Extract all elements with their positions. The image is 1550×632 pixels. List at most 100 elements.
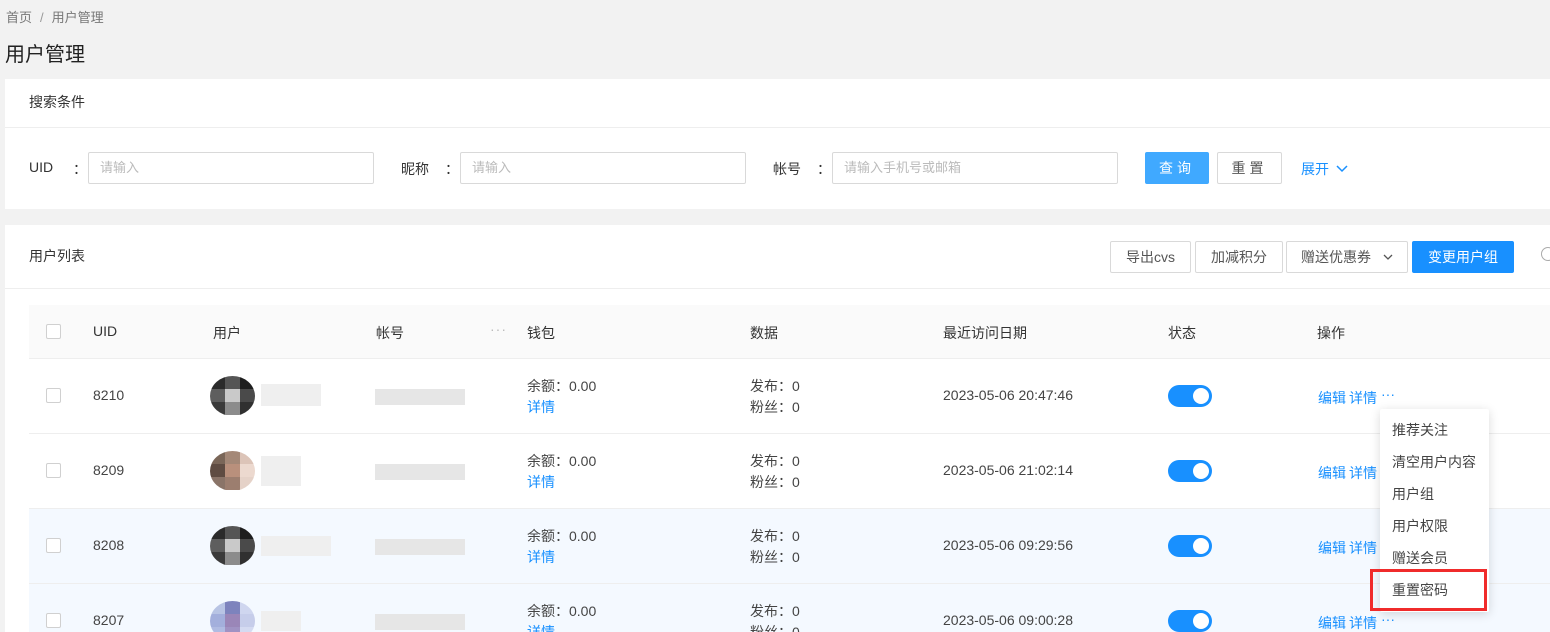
more-actions-icon[interactable]: ··· — [1381, 611, 1395, 627]
account-colon: ： — [817, 161, 831, 177]
table-row[interactable]: 8209 余额：0.00 详情 发布：0 粉丝：0 2023-05-06 21:… — [29, 434, 1550, 509]
posts-count: 发布：0 — [750, 528, 800, 544]
change-user-group-button[interactable]: 变更用户组 — [1412, 241, 1514, 273]
breadcrumb-current: 用户管理 — [51, 10, 104, 25]
account-input[interactable]: 请输入手机号或邮箱 — [832, 152, 1118, 184]
nickname-label: 昵称 — [401, 161, 429, 177]
gift-coupon-label: 赠送优惠券 — [1301, 249, 1371, 265]
detail-link[interactable]: 详情 — [1349, 463, 1377, 483]
last-visit-date: 2023-05-06 20:47:46 — [943, 387, 1073, 403]
detail-link[interactable]: 详情 — [1349, 538, 1377, 558]
query-button[interactable]: 查询 — [1145, 152, 1209, 184]
posts-count: 发布：0 — [750, 453, 800, 469]
table-row[interactable]: 8210 余额：0.00 详情 发布：0 粉丝：0 2023-05-06 20:… — [29, 359, 1550, 434]
wallet-detail-link[interactable]: 详情 — [527, 472, 555, 492]
uid-colon: ： — [73, 161, 87, 177]
chevron-down-icon — [1383, 254, 1393, 260]
posts-count: 发布：0 — [750, 603, 800, 619]
table-row[interactable]: 8208 余额：0.00 详情 发布：0 粉丝：0 2023-05-06 09:… — [29, 509, 1550, 584]
expand-label: 展开 — [1301, 161, 1329, 177]
row-checkbox[interactable] — [46, 613, 61, 628]
wallet-balance: 余额：0.00 — [527, 378, 597, 394]
status-toggle[interactable] — [1168, 385, 1212, 407]
edit-link[interactable]: 编辑 — [1318, 538, 1346, 558]
export-cvs-button[interactable]: 导出cvs — [1110, 241, 1191, 273]
search-panel-title: 搜索条件 — [5, 79, 1550, 128]
row-uid: 8210 — [93, 387, 125, 403]
detail-link[interactable]: 详情 — [1349, 613, 1377, 632]
more-actions-icon[interactable]: ··· — [1381, 386, 1395, 402]
menu-item-user-group[interactable]: 用户组 — [1392, 484, 1434, 504]
breadcrumb: 首页 / 用户管理 — [6, 7, 104, 26]
column-header-data: 数据 — [750, 325, 778, 341]
avatar — [210, 601, 255, 632]
fans-count: 粉丝：0 — [750, 624, 800, 632]
account-blurred — [375, 539, 465, 555]
divider — [5, 288, 1550, 289]
posts-count: 发布：0 — [750, 378, 800, 394]
row-checkbox[interactable] — [46, 538, 61, 553]
uid-input[interactable]: 请输入 — [88, 152, 374, 184]
edit-link[interactable]: 编辑 — [1318, 463, 1346, 483]
avatar — [210, 526, 255, 566]
fans-count: 粉丝：0 — [750, 549, 800, 565]
row-checkbox[interactable] — [46, 388, 61, 403]
nickname-colon: ： — [445, 161, 459, 177]
column-more-icon[interactable]: ··· — [490, 321, 507, 337]
user-list-panel: 用户列表 导出cvs 加减积分 赠送优惠券 变更用户组 UID 用户 帐号 ··… — [5, 225, 1550, 632]
row-checkbox[interactable] — [46, 463, 61, 478]
status-toggle[interactable] — [1168, 535, 1212, 557]
status-toggle[interactable] — [1168, 460, 1212, 482]
menu-item-user-permissions[interactable]: 用户权限 — [1392, 516, 1448, 536]
breadcrumb-separator: / — [40, 10, 44, 25]
gift-coupon-dropdown[interactable]: 赠送优惠券 — [1286, 241, 1408, 273]
menu-item-recommend-follow[interactable]: 推荐关注 — [1392, 420, 1448, 440]
menu-item-clear-user-content[interactable]: 清空用户内容 — [1392, 452, 1476, 472]
column-header-user: 用户 — [213, 325, 241, 341]
page-title: 用户管理 — [5, 44, 85, 66]
select-all-checkbox[interactable] — [46, 324, 61, 339]
wallet-detail-link[interactable]: 详情 — [527, 547, 555, 567]
user-name-blurred — [261, 456, 301, 486]
breadcrumb-home[interactable]: 首页 — [6, 10, 32, 25]
settings-icon[interactable] — [1541, 247, 1550, 261]
last-visit-date: 2023-05-06 21:02:14 — [943, 462, 1073, 478]
chevron-down-icon — [1336, 165, 1348, 173]
avatar — [210, 376, 255, 416]
avatar — [210, 451, 255, 491]
search-panel: 搜索条件 UID ： 请输入 昵称 ： 请输入 帐号 ： 请输入手机号或邮箱 查… — [5, 79, 1550, 209]
detail-link[interactable]: 详情 — [1349, 388, 1377, 408]
wallet-detail-link[interactable]: 详情 — [527, 397, 555, 417]
column-header-status: 状态 — [1168, 325, 1196, 341]
wallet-detail-link[interactable]: 详情 — [527, 622, 555, 632]
row-uid: 8208 — [93, 537, 125, 553]
reset-button[interactable]: 重置 — [1217, 152, 1282, 184]
column-header-uid: UID — [93, 323, 118, 339]
user-name-blurred — [261, 611, 301, 631]
menu-item-gift-membership[interactable]: 赠送会员 — [1392, 548, 1448, 568]
wallet-balance: 余额：0.00 — [527, 528, 597, 544]
edit-link[interactable]: 编辑 — [1318, 388, 1346, 408]
column-header-actions: 操作 — [1317, 325, 1345, 341]
row-uid: 8207 — [93, 612, 125, 628]
wallet-balance: 余额：0.00 — [527, 603, 597, 619]
user-name-blurred — [261, 536, 331, 556]
nickname-input[interactable]: 请输入 — [460, 152, 746, 184]
status-toggle[interactable] — [1168, 610, 1212, 632]
user-name-blurred — [261, 384, 321, 406]
edit-link[interactable]: 编辑 — [1318, 613, 1346, 632]
user-management-page: 首页 / 用户管理 用户管理 搜索条件 UID ： 请输入 昵称 ： 请输入 帐号 … — [0, 0, 1550, 632]
account-blurred — [375, 389, 465, 405]
highlight-box — [1370, 569, 1487, 611]
column-header-last-visit: 最近访问日期 — [943, 325, 1027, 341]
adjust-points-button[interactable]: 加减积分 — [1195, 241, 1283, 273]
account-blurred — [375, 614, 465, 630]
uid-label: UID — [29, 159, 54, 175]
expand-toggle[interactable]: 展开 — [1301, 159, 1348, 179]
table-header: UID 用户 帐号 ··· 钱包 数据 最近访问日期 状态 操作 — [29, 305, 1550, 359]
fans-count: 粉丝：0 — [750, 474, 800, 490]
user-list-title: 用户列表 — [29, 248, 85, 264]
search-form: UID ： 请输入 昵称 ： 请输入 帐号 ： 请输入手机号或邮箱 查询 重置 … — [5, 152, 1550, 184]
account-blurred — [375, 464, 465, 480]
table-row[interactable]: 8207 余额：0.00 详情 发布：0 粉丝：0 2023-05-06 09:… — [29, 584, 1550, 632]
